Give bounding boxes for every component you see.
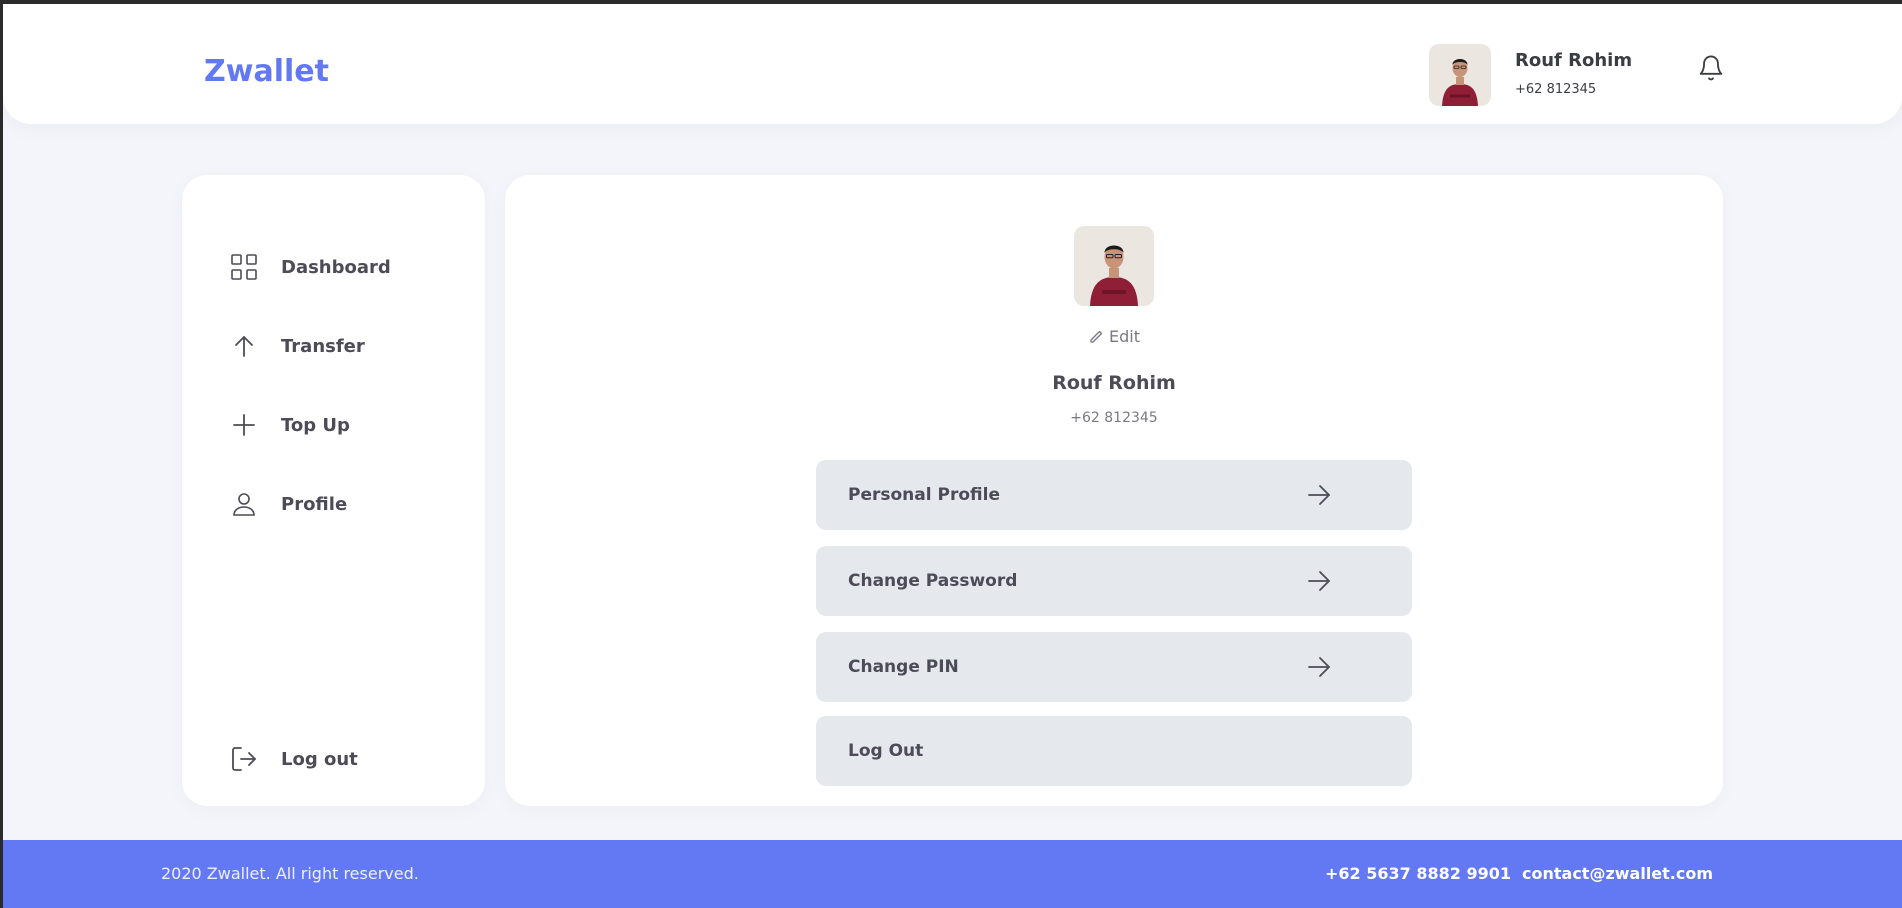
sidebar-item-top-up[interactable]: Top Up — [230, 409, 350, 441]
profile-avatar — [1074, 226, 1154, 306]
sidebar-item-label: Profile — [281, 493, 348, 515]
logout-button[interactable]: Log Out — [816, 716, 1412, 786]
sidebar-item-dashboard[interactable]: Dashboard — [230, 251, 391, 283]
personal-profile-button[interactable]: Personal Profile — [816, 460, 1412, 530]
sidebar-item-label: Transfer — [281, 335, 365, 357]
sidebar-item-profile[interactable]: Profile — [230, 488, 347, 520]
sidebar-item-label: Dashboard — [281, 256, 391, 278]
grid-icon — [231, 254, 257, 280]
user-icon — [233, 493, 255, 516]
brand-logo[interactable]: Zwallet — [204, 54, 329, 89]
arrow-up-icon — [235, 336, 253, 357]
plus-icon — [233, 414, 255, 436]
arrow-right-icon — [1308, 485, 1330, 505]
pencil-icon — [1090, 330, 1103, 343]
change-password-button[interactable]: Change Password — [816, 546, 1412, 616]
sidebar-item-logout[interactable]: Log out — [230, 743, 358, 775]
sidebar-item-transfer[interactable]: Transfer — [230, 330, 365, 362]
header-user-phone: +62 812345 — [1515, 82, 1597, 97]
header-user-name: Rouf Rohim — [1515, 50, 1633, 71]
menu-label: Log Out — [848, 741, 924, 761]
profile-card: Edit Rouf Rohim +62 812345 Personal Prof… — [505, 175, 1723, 806]
footer-email[interactable]: contact@zwallet.com — [1522, 864, 1713, 883]
edit-profile-button[interactable]: Edit — [505, 327, 1723, 346]
profile-name: Rouf Rohim — [1052, 372, 1176, 394]
change-pin-button[interactable]: Change PIN — [816, 632, 1412, 702]
logout-icon — [232, 747, 256, 771]
edit-label: Edit — [1109, 327, 1140, 346]
header-avatar[interactable] — [1429, 44, 1491, 106]
arrow-right-icon — [1308, 571, 1330, 591]
sidebar-item-label: Log out — [281, 748, 358, 770]
footer-copyright: 2020 Zwallet. All right reserved. — [161, 864, 419, 883]
arrow-right-icon — [1308, 657, 1330, 677]
sidebar: Dashboard Transfer Top Up Profile Log ou… — [182, 175, 485, 806]
menu-label: Change Password — [848, 571, 1018, 591]
footer: 2020 Zwallet. All right reserved. +62 56… — [3, 840, 1902, 908]
top-navbar: Zwallet Rouf Rohim +62 812345 — [3, 4, 1902, 124]
avatar-photo — [1429, 44, 1491, 106]
profile-phone: +62 812345 — [1070, 410, 1158, 426]
menu-label: Personal Profile — [848, 485, 1000, 505]
avatar-photo — [1074, 226, 1154, 306]
bell-icon[interactable] — [1697, 53, 1725, 83]
menu-label: Change PIN — [848, 657, 959, 677]
sidebar-item-label: Top Up — [281, 414, 350, 436]
footer-phone: +62 5637 8882 9901 — [1325, 864, 1511, 883]
app-viewport: Zwallet Rouf Rohim +62 812345 Dashboard … — [3, 4, 1902, 908]
